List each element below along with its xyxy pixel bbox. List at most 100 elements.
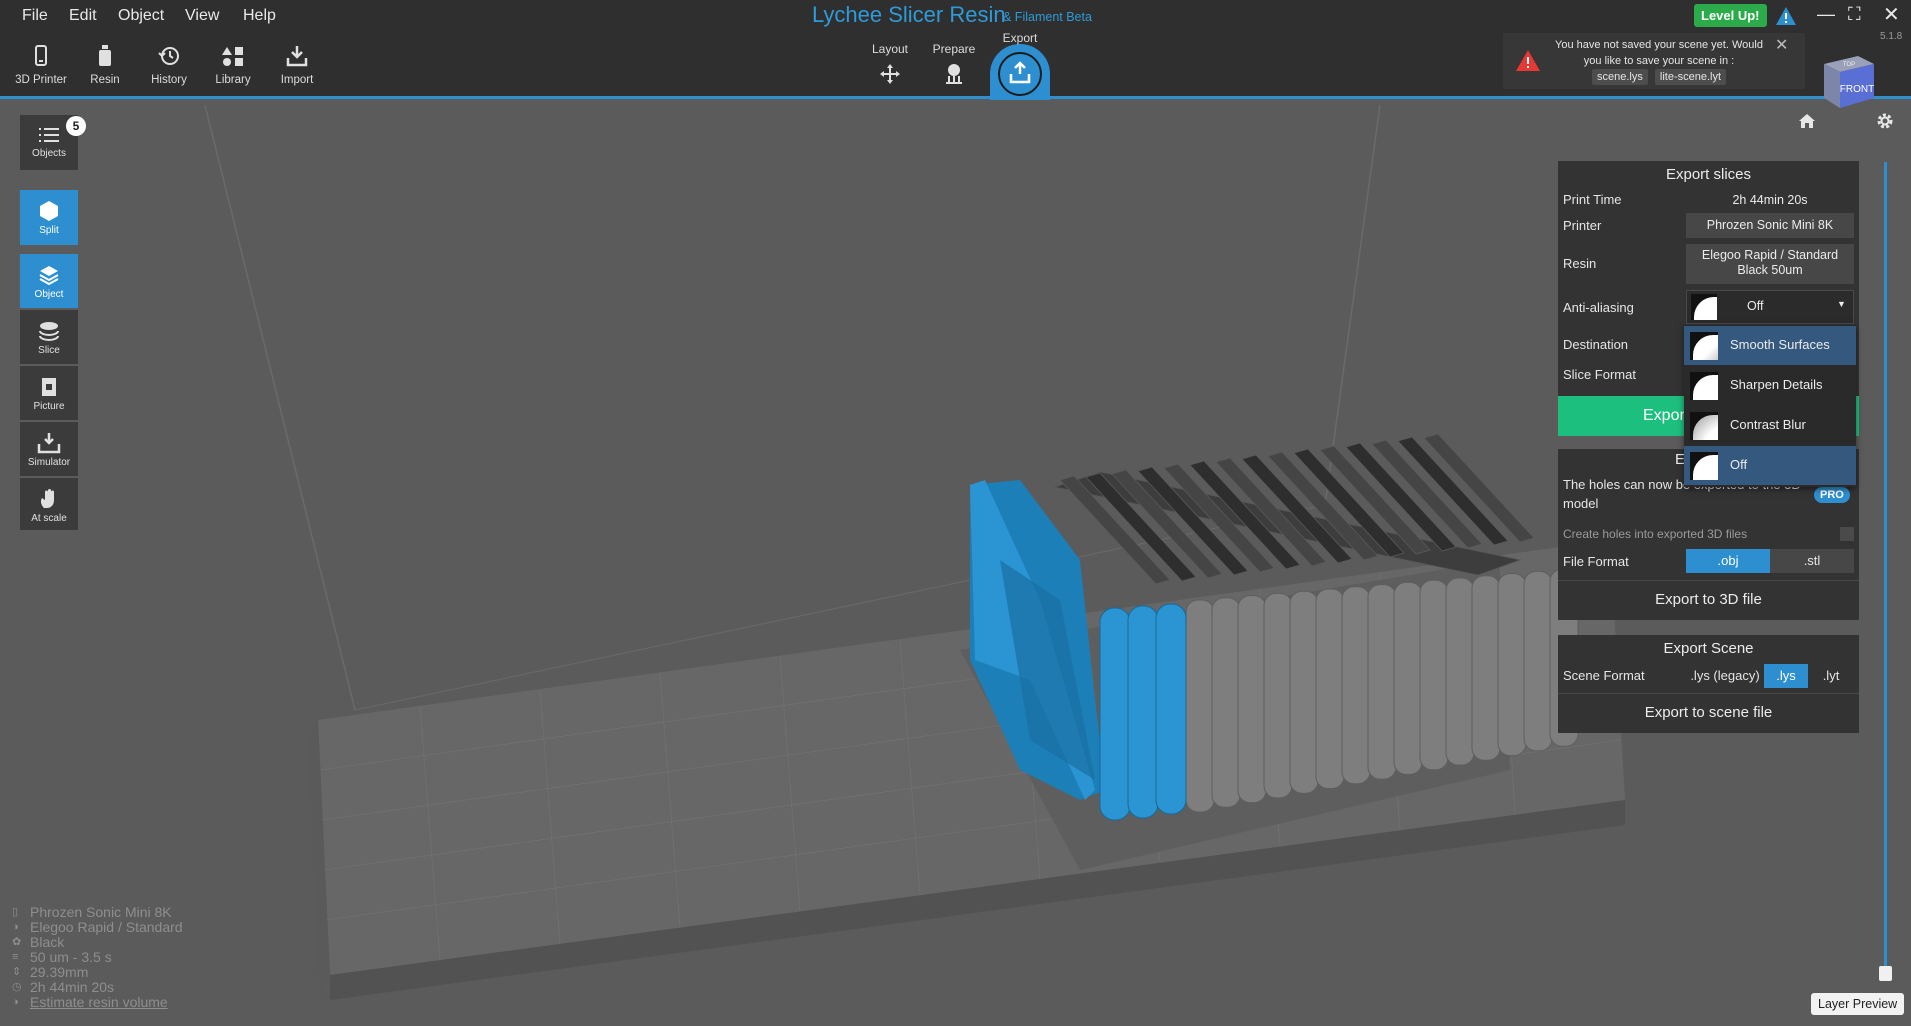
menu-object[interactable]: Object <box>118 7 164 25</box>
toolbar-history-label: History <box>151 74 187 86</box>
view-cube-top-label: TOP <box>1843 62 1855 68</box>
aa-preview-thumbnail <box>1691 294 1717 320</box>
maximize-icon[interactable]: ⛶ <box>1848 4 1861 25</box>
anti-aliasing-label: Anti-aliasing <box>1563 300 1634 315</box>
model-column <box>1315 588 1345 789</box>
close-window-icon[interactable]: ✕ <box>1883 2 1900 27</box>
divider <box>1558 580 1859 581</box>
toolbar-resin-button[interactable]: Resin <box>73 44 137 86</box>
toolbar-history-button[interactable]: History <box>137 44 201 86</box>
layer-slider-handle[interactable] <box>1879 966 1892 981</box>
model-column <box>1367 584 1397 780</box>
create-holes-checkbox[interactable] <box>1840 527 1854 541</box>
model-column <box>1185 599 1215 813</box>
aa-option-label: Smooth Surfaces <box>1730 337 1830 352</box>
stack-icon <box>39 322 59 342</box>
library-icon <box>222 47 243 66</box>
resin-bottle-icon <box>99 45 111 66</box>
level-up-button[interactable]: Level Up! <box>1694 4 1767 27</box>
aa-thumbnail <box>1690 412 1718 440</box>
object-view-button[interactable]: Object <box>20 254 78 308</box>
estimate-resin-volume-link[interactable]: Estimate resin volume <box>30 994 168 1010</box>
aa-option-label: Off <box>1730 457 1748 472</box>
destination-label: Destination <box>1563 337 1629 352</box>
format-stl-option[interactable]: .stl <box>1770 549 1854 573</box>
export-scene-title: Export Scene <box>1663 640 1754 657</box>
toolbar-import-label: Import <box>280 74 314 86</box>
mode-layout-tab[interactable]: Layout <box>860 42 920 86</box>
info-height: 29.39mm <box>30 964 89 980</box>
aa-option-contrast-blur[interactable]: Contrast Blur <box>1684 406 1856 445</box>
at-scale-button[interactable]: At scale <box>20 478 78 530</box>
aa-option-smooth-surfaces[interactable]: Smooth Surfaces <box>1684 326 1856 365</box>
aa-option-off[interactable]: Off <box>1684 446 1856 485</box>
save-lyt-option[interactable]: lite-scene.lyt <box>1654 69 1727 85</box>
split-label: Split <box>39 225 59 236</box>
format-lys-legacy-option[interactable]: .lys (legacy) <box>1686 664 1764 688</box>
minimize-icon[interactable]: — <box>1817 4 1835 25</box>
model-column <box>1419 579 1449 771</box>
slice-label: Slice <box>38 345 60 356</box>
notification-close-icon[interactable]: ✕ <box>1775 35 1788 55</box>
slice-view-button[interactable]: Slice <box>20 310 78 364</box>
format-lys-option[interactable]: .lys <box>1764 664 1808 688</box>
notification-message: You have not saved your scene yet. Would… <box>1555 39 1763 67</box>
mode-layout-label: Layout <box>871 42 909 56</box>
pro-badge: PRO <box>1814 487 1850 503</box>
format-lyt-option[interactable]: .lyt <box>1808 664 1854 688</box>
export-3d-file-button[interactable]: Export to 3D file <box>1558 582 1859 618</box>
mode-prepare-tab[interactable]: Prepare <box>924 42 984 86</box>
supports-icon <box>946 64 962 84</box>
model-column <box>1263 592 1293 799</box>
model-column <box>1497 573 1527 757</box>
scene-format-label: Scene Format <box>1563 668 1645 683</box>
export-scene-file-button[interactable]: Export to scene file <box>1558 695 1859 731</box>
export-mode-indicator[interactable] <box>998 52 1042 96</box>
model-column <box>1523 570 1553 752</box>
menu-edit[interactable]: Edit <box>69 7 97 25</box>
phone-printer-icon <box>35 45 47 66</box>
info-resin-line1: Elegoo Rapid / Standard <box>30 919 183 935</box>
alert-triangle-icon <box>1516 50 1540 71</box>
printer-icon: ▯ <box>12 906 19 918</box>
scene-info: ▯ Phrozen Sonic Mini 8K ◑ Elegoo Rapid / S… <box>12 905 183 1010</box>
resin-label: Resin <box>1563 256 1597 271</box>
layer-preview-button[interactable]: Layer Preview <box>1811 993 1905 1015</box>
toolbar-library-label: Library <box>215 74 251 86</box>
file-format-label: File Format <box>1563 554 1629 569</box>
aa-option-sharpen-details[interactable]: Sharpen Details <box>1684 366 1856 405</box>
move-arrows-icon <box>880 64 900 84</box>
warning-triangle-icon[interactable] <box>1775 6 1797 26</box>
printer-value: Phrozen Sonic Mini 8K <box>1686 213 1854 238</box>
height-icon: ⇕ <box>12 966 22 978</box>
picture-button[interactable]: Picture <box>20 366 78 420</box>
menu-help[interactable]: Help <box>243 7 276 25</box>
toolbar-library-button[interactable]: Library <box>201 44 265 86</box>
view-cube-front-label: FRONT <box>1840 84 1874 95</box>
toolbar-import-button[interactable]: Import <box>265 44 329 86</box>
save-lys-option[interactable]: scene.lys <box>1591 69 1648 85</box>
toolbar-resin-label: Resin <box>90 74 120 86</box>
app-subtitle: & Filament Beta <box>1003 10 1092 24</box>
aa-option-label: Sharpen Details <box>1730 377 1823 392</box>
layer-slider-track[interactable] <box>1884 162 1887 972</box>
hand-icon <box>40 489 54 508</box>
toolbar-3d-printer-button[interactable]: 3D Printer <box>9 44 73 86</box>
menu-view[interactable]: View <box>185 7 219 25</box>
anti-aliasing-select[interactable]: Off ▼ <box>1686 290 1854 324</box>
split-button[interactable]: Split <box>20 190 78 245</box>
resin-value-line2: Black 50um <box>1737 263 1803 277</box>
objects-label: Objects <box>32 148 66 159</box>
menu-file[interactable]: File <box>22 7 48 25</box>
model-column <box>1393 581 1423 775</box>
at-scale-label: At scale <box>31 513 67 524</box>
mode-export-tab[interactable]: Export <box>990 31 1050 45</box>
picture-icon <box>42 378 56 396</box>
objects-count-badge: 5 <box>66 116 86 136</box>
simulator-label: Simulator <box>27 457 71 468</box>
info-layer: 50 um - 3.5 s <box>30 949 112 965</box>
format-obj-option[interactable]: .obj <box>1686 549 1770 573</box>
simulator-button[interactable]: Simulator <box>20 422 78 476</box>
export-icon <box>1009 61 1031 84</box>
aa-option-label: Contrast Blur <box>1730 417 1806 432</box>
